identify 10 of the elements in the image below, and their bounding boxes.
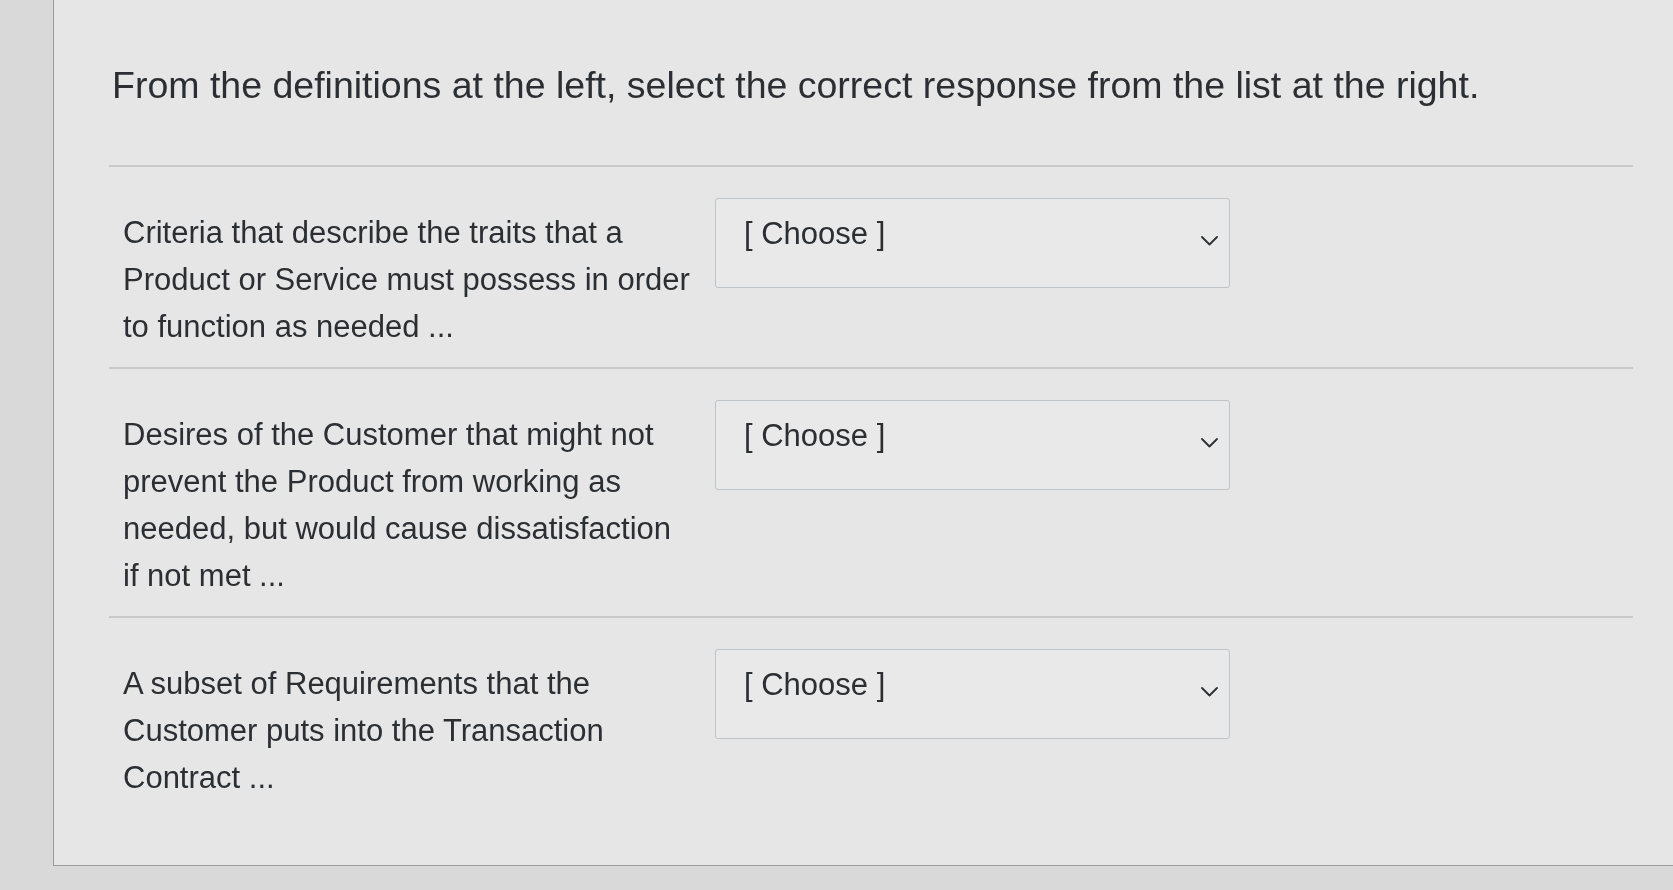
answer-dropdown[interactable]: [ Choose ] <box>715 649 1230 739</box>
chevron-down-icon <box>1201 438 1218 448</box>
definition-text: Desires of the Customer that might not prevent the Product from working as needed, but would cause dissatisfaction if not met ... <box>123 416 673 595</box>
answer-dropdown[interactable]: [ Choose ] <box>715 198 1230 288</box>
definition-text: A subset of Requirements that the Customer puts into the Transaction Contract ... <box>123 665 605 797</box>
answer-dropdown[interactable]: [ Choose ] <box>715 400 1230 490</box>
chevron-down-icon <box>1201 687 1218 697</box>
question-text: From the definitions at the left, select the correct response from the list at the right. <box>111 63 1481 108</box>
definition-text: Criteria that describe the traits that a Product or Service must possess in order to function as needed ... <box>123 214 691 346</box>
chevron-down-icon <box>1201 236 1218 246</box>
